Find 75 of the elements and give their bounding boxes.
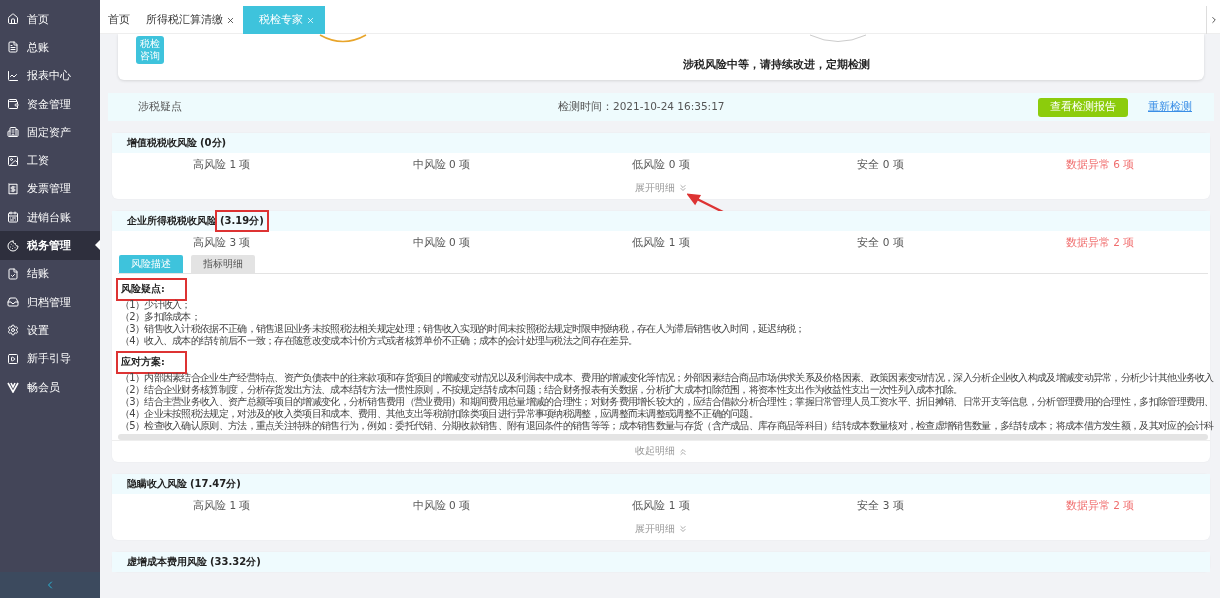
risk-count: 安全 3 项 bbox=[856, 499, 905, 513]
menu-icon bbox=[7, 98, 19, 111]
chevrons-up-icon bbox=[677, 446, 688, 457]
risk-count: 高风险 3 项 bbox=[192, 236, 252, 250]
detail-line: （4）收入、成本的结转前后不一致；存在随意改变成本计价方式或者核算单价不正确；成本的会计处理与税法之间存在差异。 bbox=[119, 335, 638, 347]
risk-count: 中风险 0 项 bbox=[411, 499, 472, 513]
section-title: 虚增成本费用风险 bbox=[127, 555, 207, 569]
sidebar-item[interactable]: 总账 bbox=[0, 33, 100, 62]
sidebar-item[interactable]: 设置 bbox=[0, 316, 100, 345]
risk-count: 低风险 1 项 bbox=[631, 236, 691, 250]
sidebar-item[interactable]: 发票管理 bbox=[0, 174, 100, 204]
v-logo-icon bbox=[7, 381, 19, 393]
sidebar-item[interactable]: 进销台账 bbox=[0, 203, 100, 232]
risk-count: 低风险 0 项 bbox=[631, 158, 691, 172]
menu-icon bbox=[7, 154, 19, 167]
menu-icon bbox=[7, 126, 19, 139]
menu-icon bbox=[7, 324, 19, 337]
risk-count: 安全 0 项 bbox=[856, 236, 905, 250]
risk-count: 中风险 0 项 bbox=[411, 158, 472, 172]
menu-icon bbox=[7, 41, 19, 54]
section-title: 隐瞒收入风险 bbox=[127, 477, 187, 491]
score-arc-drawing bbox=[318, 34, 368, 44]
check-time: 检测时间：2021-10-24 16:35:17 bbox=[558, 100, 726, 114]
sidebar-item[interactable]: 归档管理 bbox=[0, 287, 100, 317]
detail-line: （2）多扣除成本； bbox=[119, 311, 201, 323]
sidebar-item[interactable]: 税务管理 bbox=[0, 231, 100, 260]
sidebar-item[interactable]: 报表中心 bbox=[0, 61, 100, 90]
page-tab[interactable]: 首页 bbox=[100, 6, 138, 34]
page-tab[interactable]: 所得税汇算清缴 bbox=[138, 6, 243, 34]
block-heading: 应对方案: bbox=[118, 353, 185, 372]
risk-count: 高风险 1 项 bbox=[192, 499, 252, 513]
risk-count: 数据异常 2 项 bbox=[1065, 499, 1136, 513]
risk-count: 安全 0 项 bbox=[856, 158, 905, 172]
menu-icon bbox=[7, 296, 19, 309]
menu-icon bbox=[7, 239, 19, 252]
risk-count: 中风险 0 项 bbox=[411, 236, 472, 250]
sidebar-item[interactable]: 固定资产 bbox=[0, 118, 100, 147]
detail-line: （4）企业未按照税法规定，对涉及的收入类项目和成本、费用、其他支出等税前扣除类项目进行异常事项纳税调整，应调整而未调整或调整不正确的问题。 bbox=[119, 408, 759, 420]
section-score: (3.19分) bbox=[217, 212, 267, 230]
detail-line: （3）销售收入计税依据不正确，销售退回业务未按照税法相关规定处理；销售收入实现的时间未按照税法规定时限申报纳税，存在人为滞后销售收入时间，延迟纳税； bbox=[119, 323, 805, 335]
menu-icon bbox=[7, 211, 19, 224]
sidebar-item[interactable]: 畅会员 bbox=[0, 372, 100, 402]
chevrons-down-icon bbox=[677, 524, 688, 534]
horizontal-scrollbar[interactable] bbox=[118, 434, 1208, 440]
menu-icon bbox=[7, 69, 19, 82]
detail-tab[interactable]: 指标明细 bbox=[191, 255, 255, 273]
gauge-arc-drawing bbox=[808, 34, 868, 44]
section-title: 增值税税收风险 bbox=[127, 136, 197, 150]
menu-icon bbox=[7, 182, 19, 195]
detail-line: （2）结合企业财务核算制度，分析存货发出方法、成本结转方法一惯性原则，不按规定结转成本问题；结合财务报表有关数据，分析扩大成本扣除范围，将资本性支出作为收益性支出一次性列入成本扣除。 bbox=[119, 384, 963, 396]
block-heading: 风险疑点: bbox=[118, 280, 185, 299]
sidebar-item[interactable]: 资金管理 bbox=[0, 89, 100, 119]
section-score: (33.32分) bbox=[209, 555, 262, 569]
menu-icon bbox=[7, 352, 19, 365]
check-label: 涉税疑点 bbox=[138, 100, 183, 114]
menu-icon bbox=[7, 267, 19, 280]
sidebar-item[interactable]: 结账 bbox=[0, 259, 100, 288]
risk-count: 数据异常 6 项 bbox=[1065, 158, 1136, 172]
risk-count: 高风险 1 项 bbox=[192, 158, 252, 172]
sidebar-item[interactable]: 工资 bbox=[0, 146, 100, 175]
close-icon[interactable] bbox=[226, 15, 235, 25]
section-score: (0分) bbox=[199, 136, 228, 150]
detail-line: （1）少计收入； bbox=[119, 299, 191, 311]
detail-line: （5）检查收入确认原则、方法，重点关注特殊的销售行为，例如：委托代销、分期收款销售、附有退回条件的销售等等；成本销售数量与存货（含产成品、库存商品等科目）结转成本数量核对，检查虚增销售数量，多结转成本；将成本借方发生额，及其对应的会计科 bbox=[119, 420, 1214, 432]
risk-count: 数据异常 2 项 bbox=[1065, 236, 1136, 250]
detail-line: （1）内部因素结合企业生产经营特点、资产负债表中的往来款项和存货项目的增减变动情况以及利润表中成本、费用的增减变化等情况；外部因素结合商品市场供求关系及价格因素、政策因素变动情况，深入分析企业收入构成及增减变动异常，分析少计其他业务收入 bbox=[119, 372, 1214, 384]
section-score: (17.47分) bbox=[189, 477, 242, 491]
collapse-bar[interactable] bbox=[0, 572, 100, 598]
menu-icon bbox=[7, 13, 19, 26]
sidebar-item[interactable]: 首页 bbox=[0, 5, 100, 34]
risk-count: 低风险 1 项 bbox=[631, 499, 691, 513]
chevrons-down-icon bbox=[677, 183, 688, 193]
detail-line: （3）结合主营业务收入、资产总额等项目的增减变化，分析销售费用（营业费用）和期间费用总量增减的合理性；对财务费用增长较大的，应结合借款分析合理性；掌握日常管理人员工资水平、折旧摊销、日常开支等信息，分析管理费用的合理性，多扣除管理费用、 bbox=[119, 396, 1214, 408]
sidebar-item[interactable]: 新手引导 bbox=[0, 344, 100, 373]
risk-message: 涉税风险中等，请持续改进，定期检测 bbox=[682, 58, 870, 72]
